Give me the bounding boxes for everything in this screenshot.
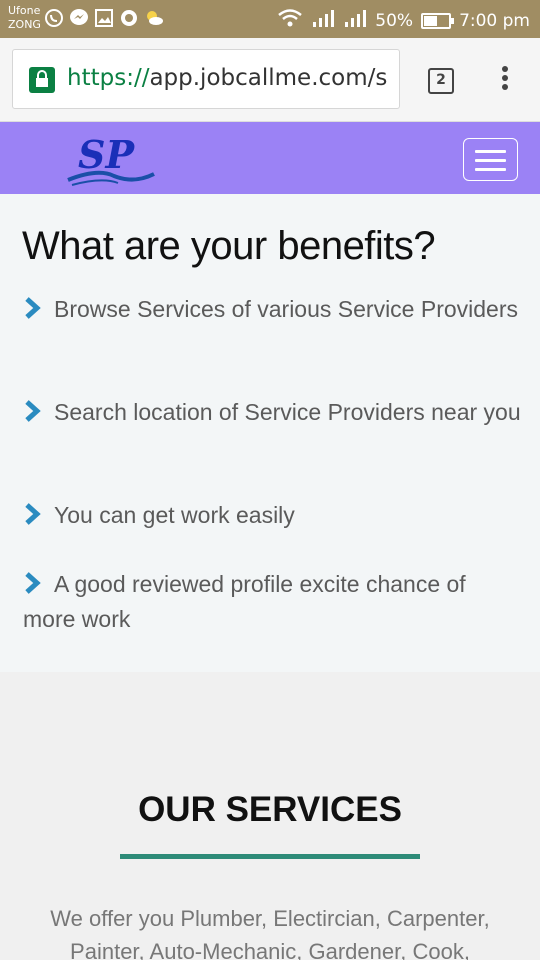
address-bar[interactable]: https://app.jobcallme.com/s: [12, 49, 400, 109]
chevron-right-icon: [25, 400, 41, 422]
battery-percent: 50%: [375, 10, 414, 31]
url-text: https://app.jobcallme.com/s: [67, 65, 387, 91]
title-underline: [120, 854, 420, 859]
benefit-item: Browse Services of various Service Provi…: [23, 292, 523, 327]
benefit-text: You can get work easily: [54, 502, 295, 528]
sp-logo[interactable]: SP: [66, 128, 158, 188]
signal-icon: [343, 8, 367, 33]
benefit-text: Search location of Service Providers nea…: [54, 399, 521, 425]
tab-switcher-button[interactable]: 2: [428, 68, 454, 94]
services-title: OUR SERVICES: [138, 790, 402, 829]
menu-toggle-button[interactable]: [463, 138, 518, 181]
benefit-item: You can get work easily: [23, 498, 523, 533]
url-host: app.jobcallme.com/s: [149, 65, 388, 91]
clock: 7:00 pm: [459, 10, 530, 31]
messenger-icon: [69, 8, 89, 28]
whatsapp-icon: [44, 8, 64, 28]
chevron-right-icon: [25, 297, 41, 319]
browser-toolbar: https://app.jobcallme.com/s 2: [0, 38, 540, 122]
benefits-section: What are your benefits? Browse Services …: [0, 194, 540, 672]
status-bar: Ufone ZONG 50% 7:00 pm: [0, 0, 540, 38]
battery-icon: [421, 12, 455, 29]
notification-icons: [44, 8, 164, 28]
carrier-1: Ufone: [8, 4, 41, 17]
carrier-names: Ufone ZONG: [8, 4, 41, 32]
weather-icon: [144, 8, 164, 28]
lock-icon: [29, 67, 55, 93]
benefit-item: Search location of Service Providers nea…: [23, 395, 523, 430]
benefits-title: What are your benefits?: [22, 224, 436, 268]
benefit-text: A good reviewed profile excite chance of…: [23, 571, 466, 632]
services-description: We offer you Plumber, Electircian, Carpe…: [50, 906, 490, 960]
signal-icon: [311, 8, 335, 33]
camera-icon: [119, 8, 139, 28]
svg-text:SP: SP: [78, 132, 135, 177]
benefit-text: Browse Services of various Service Provi…: [54, 296, 518, 322]
site-header: SP: [0, 122, 540, 194]
chevron-right-icon: [25, 503, 41, 525]
url-scheme: https://: [67, 65, 150, 91]
services-section: OUR SERVICES We offer you Plumber, Elect…: [0, 672, 540, 960]
overflow-menu-icon[interactable]: [498, 66, 512, 96]
status-right: 50% 7:00 pm: [277, 8, 530, 33]
carrier-2: ZONG: [8, 18, 41, 31]
gallery-icon: [94, 8, 114, 28]
benefit-item: A good reviewed profile excite chance of…: [23, 567, 523, 637]
wifi-icon: [277, 8, 303, 33]
chevron-right-icon: [25, 572, 41, 594]
